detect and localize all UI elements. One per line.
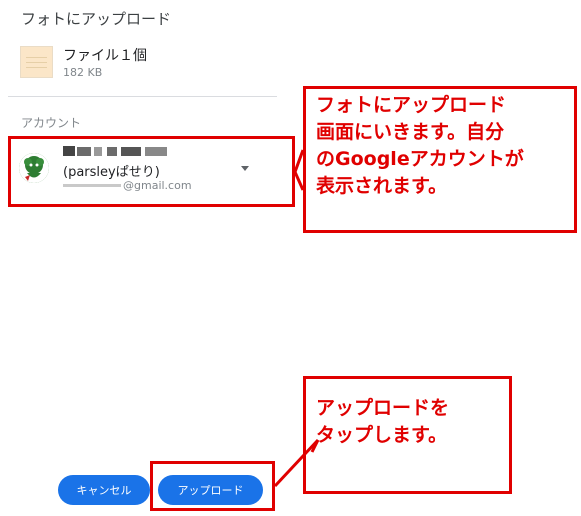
dialog-title: フォトにアップロード xyxy=(21,10,172,28)
image-file-icon xyxy=(20,46,53,78)
account-section-label: アカウント xyxy=(21,116,82,130)
callout-line: タップします。 xyxy=(316,424,448,446)
upload-highlight-box xyxy=(150,461,275,511)
account-callout-pointer xyxy=(293,149,305,191)
upload-callout: アップロードを タップします。 xyxy=(303,376,512,494)
divider xyxy=(8,96,277,97)
file-size-label: 182 KB xyxy=(63,66,103,79)
callout-line: アップロードを xyxy=(316,397,450,419)
callout-line: フォトにアップロード xyxy=(316,94,507,116)
callout-line: 画面にいきます。自分 xyxy=(316,121,505,143)
file-count-label: ファイル１個 xyxy=(63,48,147,64)
callout-line: のGoogleアカウントが xyxy=(316,148,524,170)
account-callout: フォトにアップロード 画面にいきます。自分 のGoogleアカウントが 表示され… xyxy=(303,86,577,233)
account-highlight-box xyxy=(8,136,295,207)
callout-line: 表示されます。 xyxy=(316,175,448,197)
cancel-button[interactable]: キャンセル xyxy=(58,475,150,505)
